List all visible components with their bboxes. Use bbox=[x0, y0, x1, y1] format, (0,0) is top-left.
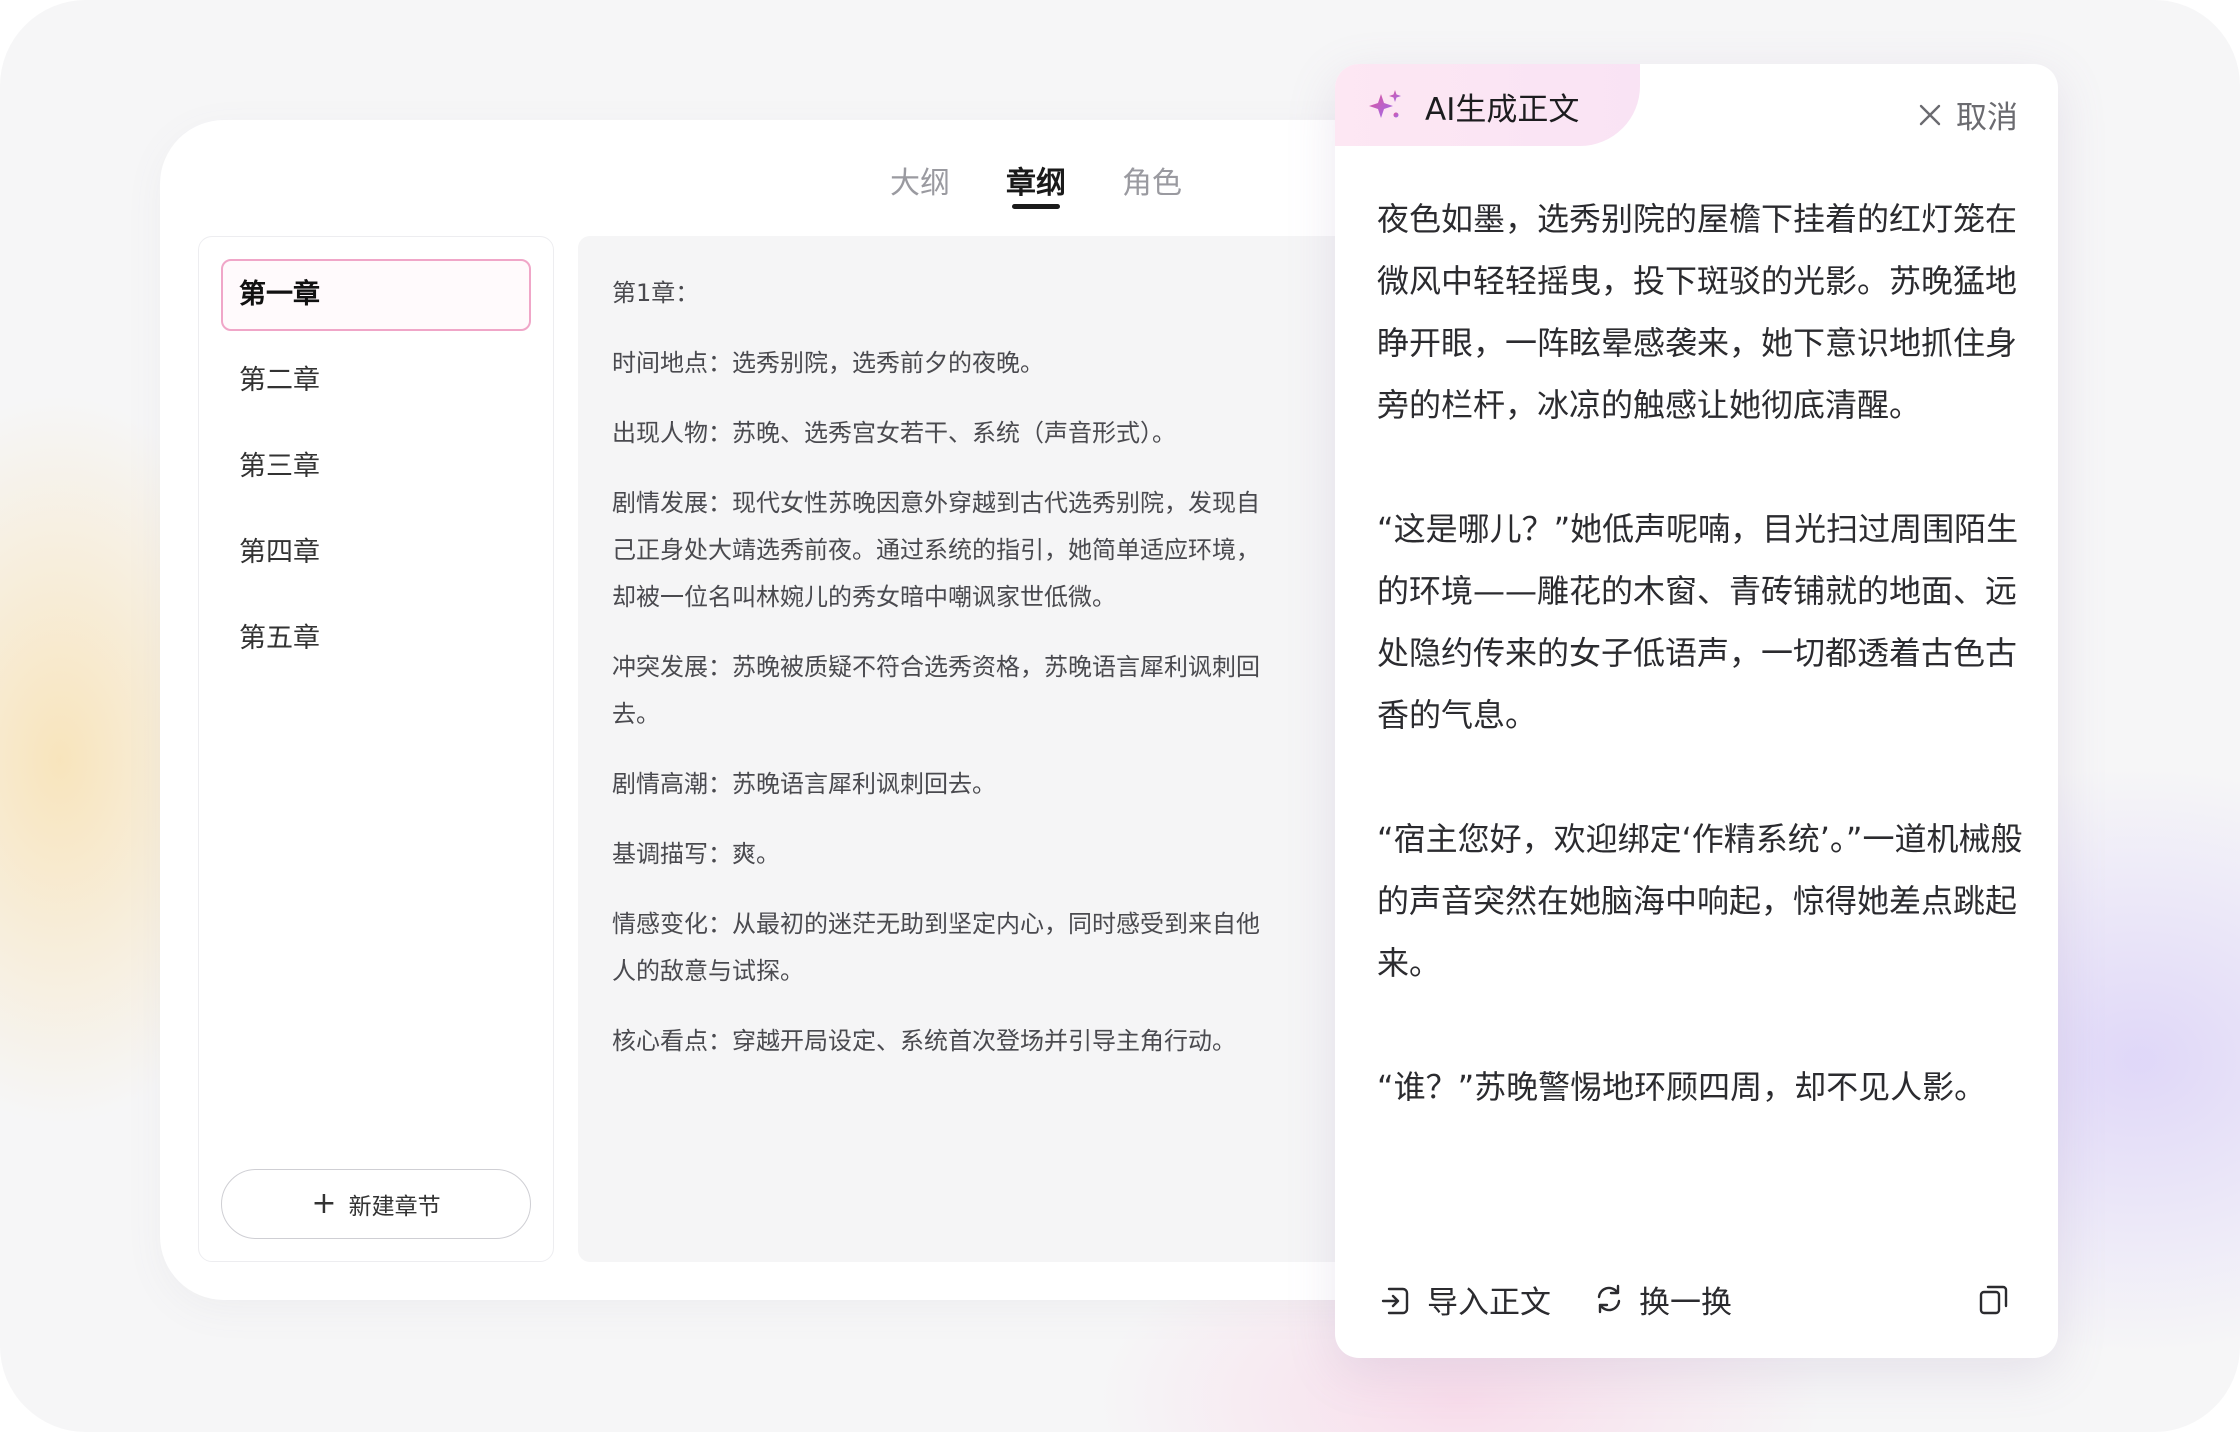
chapter-item-3[interactable]: 第三章 bbox=[221, 431, 531, 503]
outline-heading: 第1章： bbox=[612, 279, 700, 307]
outline-line: 冲突发展：苏晚被质疑不符合选秀资格，苏晚语言犀利讽刺回去。 bbox=[612, 653, 1260, 728]
chapter-outline-text: 第1章： 时间地点：选秀别院，选秀前夕的夜晚。 出现人物：苏晚、选秀宫女若干、系… bbox=[612, 270, 1282, 1088]
chapter-editor-card: 大纲 章纲 角色 第一章 第二章 第三章 第四章 第五章 + 新建章节 第1章：… bbox=[160, 120, 1480, 1300]
generated-text: 夜色如墨，选秀别院的屋檐下挂着的红灯笼在微风中轻轻摇曳，投下斑驳的光影。苏晚猛地… bbox=[1377, 188, 2027, 1180]
tab-chapter-outline[interactable]: 章纲 bbox=[1006, 158, 1066, 202]
outline-line: 基调描写：爽。 bbox=[612, 840, 780, 868]
import-icon bbox=[1381, 1287, 1409, 1315]
chapter-list: 第一章 第二章 第三章 第四章 第五章 + 新建章节 bbox=[198, 236, 554, 1262]
chapter-item-4[interactable]: 第四章 bbox=[221, 517, 531, 589]
cancel-button[interactable]: 取消 bbox=[1918, 92, 2018, 137]
sparkle-icon bbox=[1369, 90, 1401, 118]
plus-icon: + bbox=[311, 1186, 337, 1221]
chapter-item-1[interactable]: 第一章 bbox=[221, 259, 531, 331]
new-chapter-button[interactable]: + 新建章节 bbox=[221, 1169, 531, 1239]
active-tab-indicator bbox=[1012, 204, 1060, 209]
tab-outline[interactable]: 大纲 bbox=[890, 158, 950, 202]
ai-panel-footer: 导入正文 换一换 bbox=[1335, 1274, 2058, 1334]
outline-line: 核心看点：穿越开局设定、系统首次登场并引导主角行动。 bbox=[612, 1027, 1236, 1055]
refresh-icon bbox=[1597, 1284, 1621, 1314]
import-text-label: 导入正文 bbox=[1427, 1284, 1551, 1321]
new-chapter-label: 新建章节 bbox=[348, 1194, 441, 1220]
outline-line: 情感变化：从最初的迷茫无助到坚定内心，同时感受到来自他人的敌意与试探。 bbox=[612, 910, 1260, 985]
chapter-item-2[interactable]: 第二章 bbox=[221, 345, 531, 417]
close-icon bbox=[1919, 104, 1941, 125]
outline-line: 时间地点：选秀别院，选秀前夕的夜晚。 bbox=[612, 349, 1044, 377]
generated-paragraph: “宿主您好，欢迎绑定‘作精系统’。”一道机械般的声音突然在她脑海中响起，惊得她差… bbox=[1377, 820, 2023, 982]
outline-line: 剧情发展：现代女性苏晚因意外穿越到古代选秀别院，发现自己正身处大靖选秀前夜。通过… bbox=[612, 489, 1260, 611]
generated-paragraph: “谁？”苏晚警惕地环顾四周，却不见人影。 bbox=[1377, 1068, 1987, 1106]
cancel-label: 取消 bbox=[1956, 100, 2018, 136]
tab-bar: 大纲 章纲 角色 bbox=[160, 120, 1480, 220]
tab-characters[interactable]: 角色 bbox=[1122, 158, 1182, 202]
chapter-item-5[interactable]: 第五章 bbox=[221, 603, 531, 675]
generated-paragraph: “这是哪儿？”她低声呢喃，目光扫过周围陌生的环境——雕花的木窗、青砖铺就的地面、… bbox=[1377, 510, 2019, 734]
ai-panel-header-tab: AI生成正文 bbox=[1335, 64, 1640, 146]
regenerate-label: 换一换 bbox=[1639, 1284, 1732, 1321]
outline-line: 出现人物：苏晚、选秀宫女若干、系统（声音形式）。 bbox=[612, 419, 1176, 447]
regenerate-button[interactable]: 换一换 bbox=[1591, 1274, 1732, 1324]
import-text-button[interactable]: 导入正文 bbox=[1379, 1274, 1551, 1324]
app-frame: 大纲 章纲 角色 第一章 第二章 第三章 第四章 第五章 + 新建章节 第1章：… bbox=[0, 0, 2240, 1432]
ai-panel-title: AI生成正文 bbox=[1425, 92, 1580, 128]
generated-paragraph: 夜色如墨，选秀别院的屋檐下挂着的红灯笼在微风中轻轻摇曳，投下斑驳的光影。苏晚猛地… bbox=[1377, 200, 2018, 424]
outline-line: 剧情高潮：苏晚语言犀利讽刺回去。 bbox=[612, 770, 996, 798]
ai-generate-panel: AI生成正文 取消 夜色如墨，选秀别院的屋檐下挂着的红灯笼在微风中轻轻摇曳，投下… bbox=[1335, 64, 2058, 1358]
copy-icon[interactable] bbox=[1976, 1281, 2012, 1317]
